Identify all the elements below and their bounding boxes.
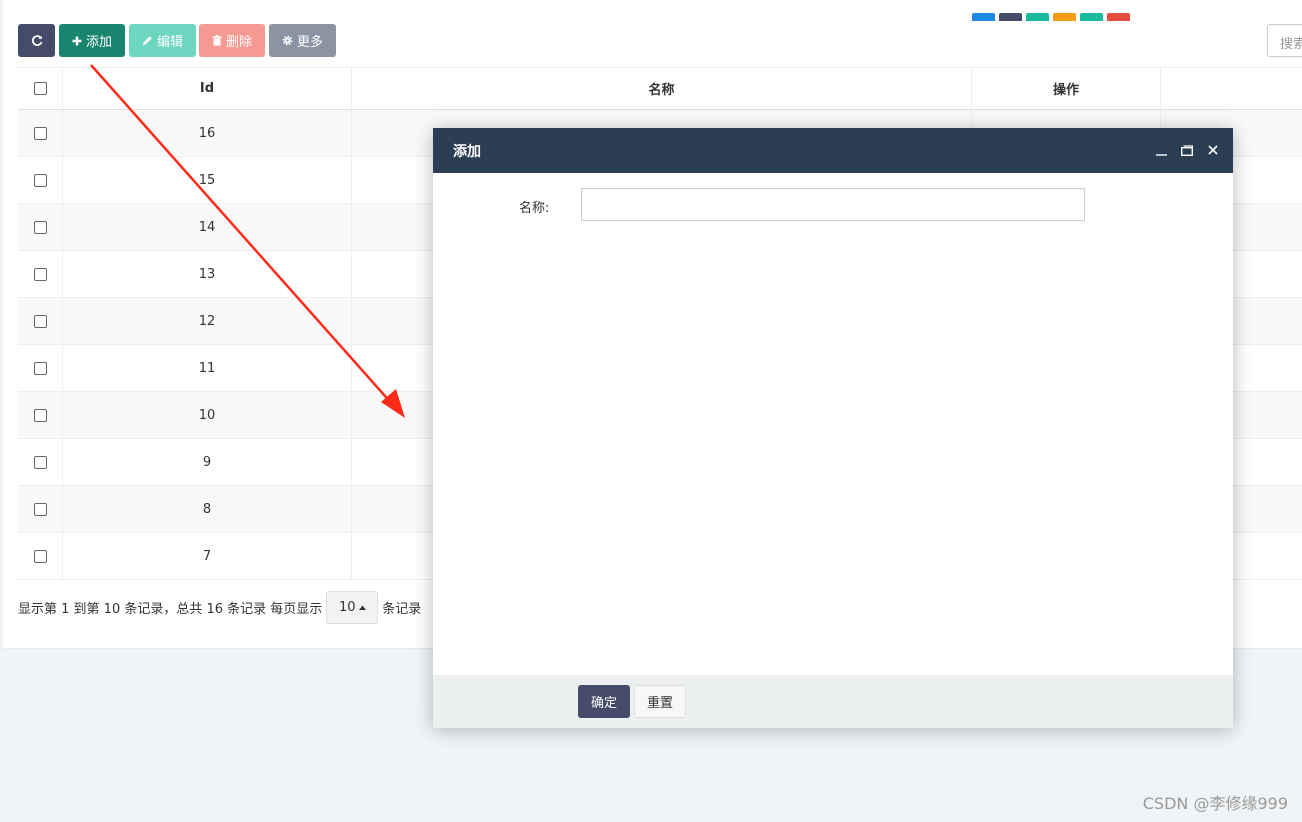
plus-icon xyxy=(72,36,82,45)
more-button-label: 更多 xyxy=(296,35,323,50)
row-checkbox[interactable] xyxy=(33,502,47,516)
operate-button[interactable] xyxy=(999,13,1022,21)
close-icon[interactable] xyxy=(1205,140,1221,160)
row-checkbox[interactable] xyxy=(33,314,47,328)
operate-button[interactable] xyxy=(1053,13,1076,21)
row-id: 12 xyxy=(63,298,352,344)
name-input[interactable] xyxy=(581,188,1085,221)
pagination-suffix: 条记录 xyxy=(382,602,422,617)
search-placeholder: 搜索 xyxy=(1280,37,1302,52)
table-header: Id 名称 操作 xyxy=(18,68,1302,110)
trash-icon xyxy=(212,35,222,46)
row-id: 8 xyxy=(63,486,352,532)
page-size-value: 10 xyxy=(339,600,356,615)
delete-button[interactable]: 删除 xyxy=(199,24,265,57)
row-checkbox[interactable] xyxy=(33,455,47,469)
pencil-icon xyxy=(142,36,152,45)
row-checkbox[interactable] xyxy=(33,267,47,281)
more-button[interactable]: 更多 xyxy=(269,24,336,57)
header-id[interactable]: Id xyxy=(63,68,352,109)
row-checkbox-cell xyxy=(18,251,63,297)
row-checkbox[interactable] xyxy=(33,220,47,234)
header-operate: 操作 xyxy=(972,68,1161,109)
row-checkbox-cell xyxy=(18,439,63,485)
refresh-button[interactable] xyxy=(18,24,55,57)
operate-button[interactable] xyxy=(972,13,995,21)
maximize-icon[interactable] xyxy=(1179,140,1195,160)
row-checkbox-cell xyxy=(18,204,63,250)
add-dialog: 添加 名称: 确定 重置 xyxy=(433,128,1233,728)
row-operate-buttons xyxy=(972,13,1130,21)
reset-button[interactable]: 重置 xyxy=(634,685,686,718)
pagination-summary: 显示第 1 到第 10 条记录，总共 16 条记录 每页显示 xyxy=(18,602,323,617)
header-checkbox-cell xyxy=(18,68,63,109)
dialog-header: 添加 xyxy=(433,128,1233,173)
operate-button[interactable] xyxy=(1080,13,1103,21)
row-id: 7 xyxy=(63,533,352,579)
row-id: 10 xyxy=(63,392,352,438)
delete-button-label: 删除 xyxy=(225,35,252,50)
minimize-icon[interactable] xyxy=(1153,140,1169,160)
row-id: 9 xyxy=(63,439,352,485)
row-checkbox-cell xyxy=(18,345,63,391)
row-id: 15 xyxy=(63,157,352,203)
row-checkbox[interactable] xyxy=(33,408,47,422)
refresh-icon xyxy=(31,34,42,46)
name-form-row: 名称: xyxy=(433,188,1233,221)
row-checkbox[interactable] xyxy=(33,549,47,563)
select-all-checkbox[interactable] xyxy=(33,82,47,95)
row-checkbox[interactable] xyxy=(33,126,47,140)
name-label: 名称: xyxy=(519,201,550,216)
caret-up-icon xyxy=(358,605,366,610)
search-input[interactable]: 搜索 xyxy=(1267,24,1302,57)
dialog-title: 添加 xyxy=(453,144,481,160)
row-checkbox-cell xyxy=(18,486,63,532)
header-name[interactable]: 名称 xyxy=(352,68,972,109)
operate-button[interactable] xyxy=(1107,13,1130,21)
row-id: 14 xyxy=(63,204,352,250)
row-checkbox-cell xyxy=(18,110,63,156)
confirm-button[interactable]: 确定 xyxy=(578,685,630,718)
dialog-controls xyxy=(1153,140,1221,160)
row-checkbox-cell xyxy=(18,298,63,344)
edit-button[interactable]: 编辑 xyxy=(129,24,196,57)
row-checkbox-cell xyxy=(18,392,63,438)
row-checkbox-cell xyxy=(18,533,63,579)
edit-button-label: 编辑 xyxy=(156,35,183,50)
dialog-footer: 确定 重置 xyxy=(433,675,1233,728)
row-id: 16 xyxy=(63,110,352,156)
operate-button[interactable] xyxy=(1026,13,1049,21)
add-button[interactable]: 添加 xyxy=(59,24,125,57)
row-checkbox[interactable] xyxy=(33,173,47,187)
row-id: 11 xyxy=(63,345,352,391)
add-button-label: 添加 xyxy=(85,35,112,50)
pagination: 显示第 1 到第 10 条记录，总共 16 条记录 每页显示 10 条记录 xyxy=(18,591,421,624)
page-size-select[interactable]: 10 xyxy=(326,591,379,624)
row-checkbox[interactable] xyxy=(33,361,47,375)
watermark: CSDN @李修缘999 xyxy=(1142,794,1288,813)
gear-icon xyxy=(282,35,293,46)
row-id: 13 xyxy=(63,251,352,297)
row-checkbox-cell xyxy=(18,157,63,203)
